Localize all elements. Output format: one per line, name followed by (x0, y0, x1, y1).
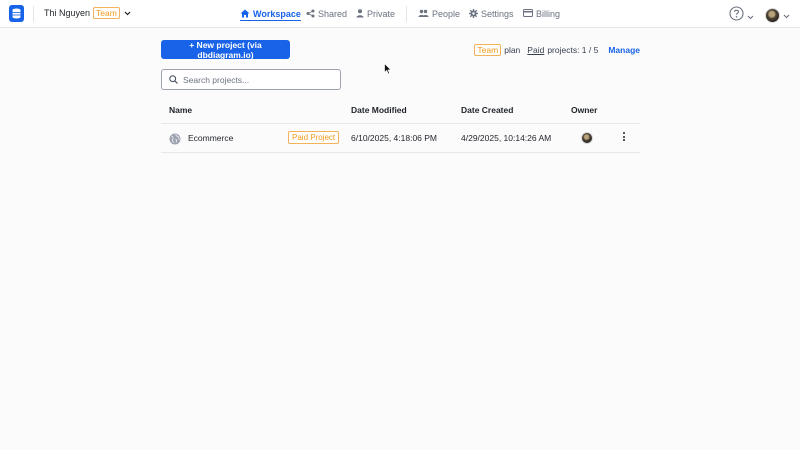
more-options-icon[interactable] (623, 132, 625, 141)
app-logo-icon[interactable] (9, 5, 24, 22)
help-menu[interactable] (729, 6, 754, 26)
project-name[interactable]: Ecommerce (188, 133, 233, 143)
paid-link[interactable]: Paid (527, 45, 544, 55)
nav-label: People (432, 9, 461, 19)
chevron-down-icon (747, 7, 754, 25)
plan-info: Team plan Paid projects: 1 / 5 Manage (474, 44, 640, 56)
search-input[interactable] (183, 74, 333, 85)
owner-avatar (581, 132, 593, 144)
nav-workspace[interactable]: Workspace (240, 0, 301, 28)
share-icon (306, 9, 318, 20)
column-header-date-modified[interactable]: Date Modified (351, 105, 407, 115)
row-divider (161, 152, 640, 153)
nav-billing[interactable]: Billing (523, 0, 560, 28)
nav-people[interactable]: People (418, 0, 460, 28)
nav-settings[interactable]: Settings (469, 0, 514, 28)
nav-private[interactable]: Private (356, 0, 395, 28)
nav-label: Billing (536, 9, 561, 19)
table-row[interactable]: Ecommerce Paid Project 6/10/2025, 4:18:0… (161, 124, 640, 152)
card-icon (523, 9, 536, 19)
question-circle-icon (729, 6, 744, 26)
search-icon (169, 71, 178, 89)
nav-shared[interactable]: Shared (306, 0, 347, 28)
globe-icon (169, 132, 181, 150)
column-header-date-created[interactable]: Date Created (461, 105, 513, 115)
nav-label: Workspace (253, 9, 301, 19)
chevron-down-icon (783, 6, 790, 24)
mouse-cursor-icon (384, 62, 392, 80)
team-badge: Team (93, 7, 120, 19)
avatar (765, 7, 780, 23)
divider (406, 6, 407, 22)
date-created: 4/29/2025, 10:14:26 AM (461, 133, 552, 143)
projects-count: projects: 1 / 5 (547, 45, 599, 55)
column-header-name[interactable]: Name (169, 105, 192, 115)
nav-label: Settings (481, 9, 514, 19)
gear-icon (469, 8, 481, 20)
workspace-switcher[interactable]: Thi Nguyen Team (44, 7, 131, 19)
date-modified: 6/10/2025, 4:18:06 PM (351, 133, 438, 143)
nav-label: Private (367, 9, 396, 19)
nav-label: Shared (318, 9, 348, 19)
plan-badge: Team (474, 44, 502, 56)
account-menu[interactable] (765, 6, 790, 24)
column-header-owner[interactable]: Owner (571, 105, 597, 115)
search-box[interactable] (161, 69, 341, 90)
divider (33, 6, 34, 22)
new-project-button[interactable]: + New project (via dbdiagram.io) (161, 40, 290, 60)
top-bar: Thi Nguyen Team Workspace Shared Private (0, 0, 800, 28)
home-icon (240, 9, 253, 20)
user-name: Thi Nguyen (44, 8, 91, 18)
plan-text: plan (504, 45, 521, 55)
people-icon (418, 9, 432, 20)
paid-project-badge: Paid Project (288, 131, 340, 144)
manage-link[interactable]: Manage (608, 45, 640, 55)
person-icon (356, 8, 367, 20)
chevron-down-icon (124, 11, 131, 16)
